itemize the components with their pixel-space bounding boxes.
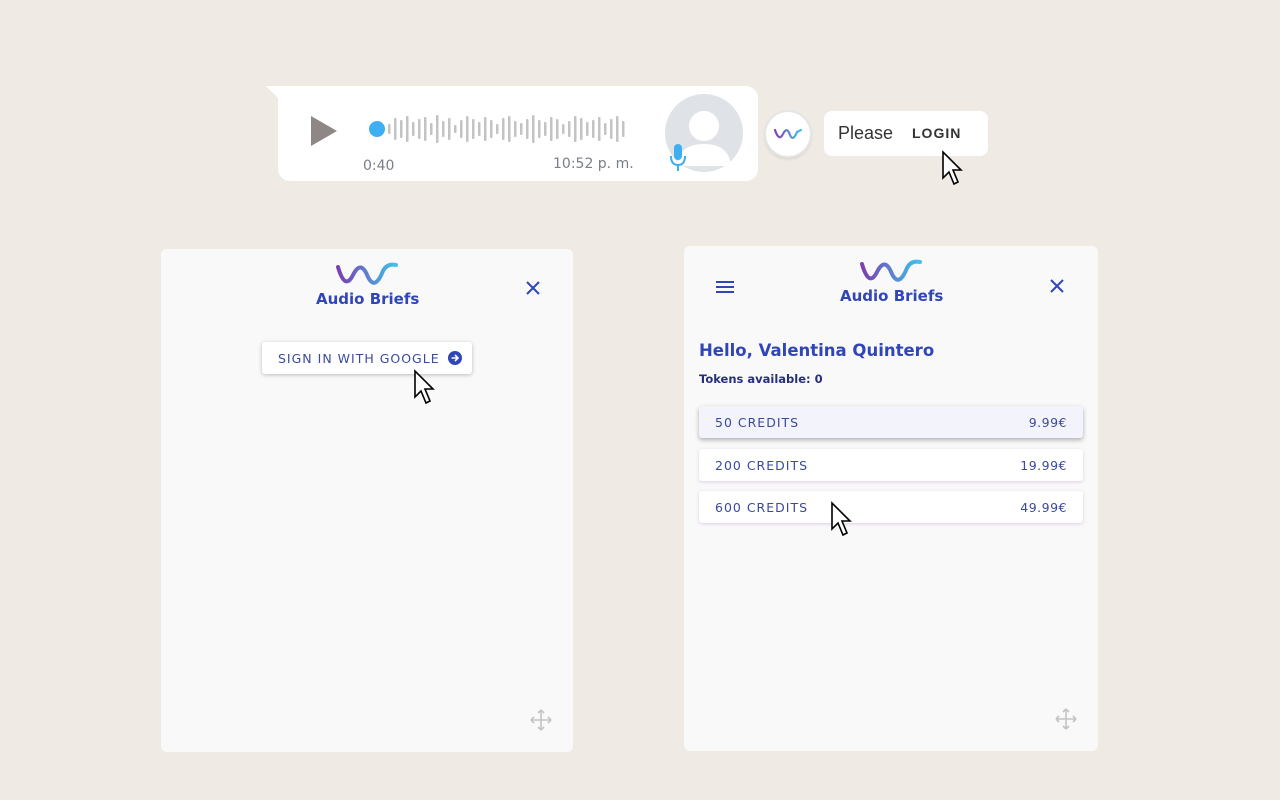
waveform-bar [496, 124, 499, 134]
login-panel: Audio Briefs SIGN IN WITH GOOGLE [161, 249, 573, 752]
credit-price: 9.99€ [1028, 414, 1067, 430]
credit-option-200[interactable]: 200 CREDITS 19.99€ [699, 449, 1083, 481]
arrow-right-circle-icon [447, 351, 462, 365]
playback-dot [369, 121, 385, 137]
close-icon[interactable] [525, 280, 541, 296]
play-icon[interactable] [308, 113, 340, 149]
waveform-bar [454, 125, 457, 133]
waveform-bar [514, 121, 517, 137]
brand-name: Audio Briefs [316, 290, 420, 308]
login-prompt-text: Please [838, 123, 894, 143]
move-icon[interactable] [1054, 707, 1078, 731]
voice-timestamp: 10:52 p. m. [553, 156, 634, 172]
waveform-bar [442, 121, 445, 137]
microphone-icon [670, 144, 686, 171]
waveform-bar [604, 123, 607, 135]
waveform-bar [574, 116, 577, 142]
waveform-bar [550, 117, 553, 141]
waveform-bar [580, 118, 583, 140]
waveform-bar [526, 119, 529, 139]
audio-briefs-logo-icon [336, 262, 398, 285]
extension-icon[interactable] [766, 112, 810, 156]
credit-label: 50 CREDITS [715, 414, 800, 430]
waveform-bar [460, 120, 463, 138]
waveform-bar [502, 118, 505, 140]
waveform-bar [610, 119, 613, 139]
credit-label: 600 CREDITS [715, 499, 809, 515]
waveform-bar [478, 122, 481, 136]
waveform-bar [406, 116, 409, 142]
sign-in-with-google-button[interactable]: SIGN IN WITH GOOGLE [262, 342, 472, 374]
waveform-bar [562, 124, 565, 134]
brand-name: Audio Briefs [840, 287, 944, 305]
waveform-bar [538, 120, 541, 138]
menu-icon[interactable] [716, 280, 734, 294]
waveform-bar [436, 115, 439, 143]
waveform-bar [430, 123, 433, 135]
waveform-bar [586, 122, 589, 136]
credit-option-600[interactable]: 600 CREDITS 49.99€ [699, 491, 1083, 523]
credit-price: 19.99€ [1020, 457, 1067, 473]
move-icon[interactable] [529, 708, 553, 732]
login-popup: Please LOGIN [824, 111, 988, 156]
credit-label: 200 CREDITS [715, 457, 809, 473]
waveform-bar [616, 116, 619, 142]
waveform-bar [544, 122, 547, 136]
waveform[interactable] [368, 113, 628, 145]
waveform-bar [532, 115, 535, 143]
account-panel: Audio Briefs Hello, Valentina Quintero T… [684, 246, 1098, 751]
waveform-bar [622, 121, 625, 137]
credit-price: 49.99€ [1020, 499, 1067, 515]
waveform-bar [520, 123, 523, 135]
waveform-bar [394, 118, 397, 140]
audio-briefs-logo-icon [860, 259, 922, 282]
tokens-available: Tokens available: 0 [699, 372, 823, 386]
close-icon[interactable] [1049, 278, 1065, 294]
waveform-bar [490, 120, 493, 138]
credit-option-50[interactable]: 50 CREDITS 9.99€ [699, 406, 1083, 438]
voice-duration: 0:40 [363, 158, 395, 174]
waveform-bar [592, 120, 595, 138]
google-button-label: SIGN IN WITH GOOGLE [278, 350, 440, 366]
login-button[interactable]: LOGIN [912, 125, 961, 141]
waveform-bar [472, 119, 475, 139]
greeting: Hello, Valentina Quintero [699, 341, 935, 360]
audio-briefs-logo-icon [773, 128, 803, 139]
waveform-bar [556, 119, 559, 139]
waveform-bar [400, 120, 403, 138]
waveform-bar [424, 117, 427, 141]
waveform-bar [568, 121, 571, 137]
waveform-bar [388, 124, 391, 134]
waveform-bar [466, 116, 469, 142]
waveform-bar [508, 116, 511, 142]
voice-message-bubble: 0:40 10:52 p. m. [266, 86, 758, 181]
waveform-bar [484, 117, 487, 141]
waveform-bar [412, 122, 415, 136]
waveform-bar [448, 118, 451, 140]
waveform-bar [598, 117, 601, 141]
waveform-bar [418, 119, 421, 139]
